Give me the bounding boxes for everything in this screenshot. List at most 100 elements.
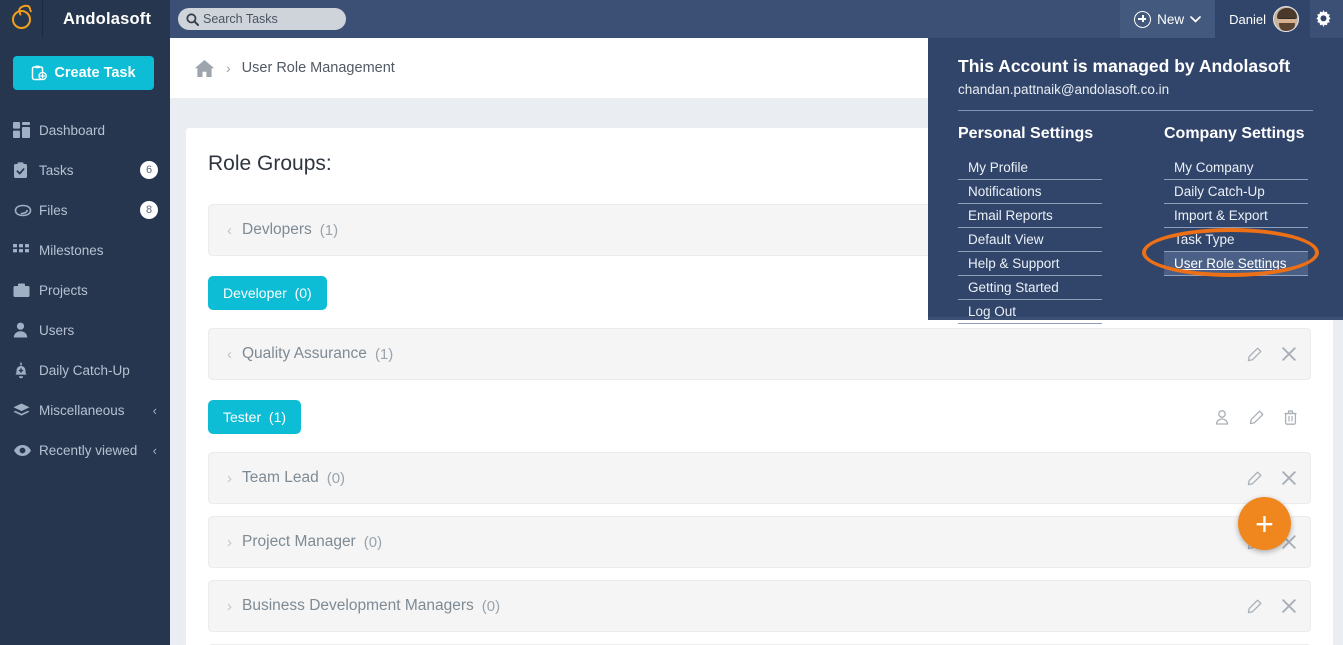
sidebar-item-daily-catch-up[interactable]: Daily Catch-Up — [0, 350, 170, 390]
menu-item-my-company[interactable]: My Company — [1164, 156, 1308, 180]
sidebar-item-label: Users — [39, 322, 75, 338]
group-count: (0) — [326, 469, 346, 487]
account-settings-panel: This Account is managed by Andolasoft ch… — [928, 38, 1343, 324]
group-name: Quality Assurance — [242, 345, 367, 362]
sidebar-item-projects[interactable]: Projects — [0, 270, 170, 310]
eye-icon — [13, 444, 39, 457]
menu-item-daily-catch-up[interactable]: Daily Catch-Up — [1164, 180, 1308, 204]
group-name: Devlopers — [242, 221, 312, 238]
top-bar: Search Tasks New Daniel — [170, 0, 1343, 38]
create-task-button[interactable]: Create Task — [13, 56, 154, 90]
tasks-count-badge: 6 — [140, 161, 158, 179]
personal-settings-column: Personal Settings My Profile Notification… — [958, 125, 1102, 324]
close-x-icon[interactable] — [1282, 471, 1296, 485]
sidebar-item-files[interactable]: Files 8 — [0, 190, 170, 230]
group-toggle-arrow-icon[interactable]: › — [227, 470, 232, 487]
sidebar-item-recently-viewed[interactable]: Recently viewed ‹ — [0, 430, 170, 470]
menu-item-log-out[interactable]: Log Out — [958, 300, 1102, 324]
group-actions — [1247, 599, 1296, 614]
pencil-icon[interactable] — [1247, 471, 1262, 486]
group-toggle-arrow-icon[interactable]: › — [227, 534, 232, 551]
role-group-row[interactable]: ‹ Quality Assurance (1) — [208, 328, 1311, 380]
role-count: (1) — [268, 409, 287, 425]
role-chip[interactable]: Tester (1) — [208, 400, 302, 434]
close-x-icon[interactable] — [1282, 599, 1296, 613]
menu-item-getting-started[interactable]: Getting Started — [958, 276, 1102, 300]
account-panel-title: This Account is managed by Andolasoft — [958, 56, 1291, 76]
breadcrumb-current: User Role Management — [241, 60, 395, 76]
pencil-icon[interactable] — [1247, 599, 1262, 614]
sidebar-item-miscellaneous[interactable]: Miscellaneous ‹ — [0, 390, 170, 430]
avatar — [1273, 6, 1299, 32]
company-settings-heading: Company Settings — [1164, 125, 1305, 142]
company-settings-list: My Company Daily Catch-Up Import & Export T… — [1164, 156, 1308, 276]
sidebar-item-users[interactable]: Users — [0, 310, 170, 350]
bell-plus-icon — [13, 361, 39, 379]
search-placeholder: Search Tasks — [203, 12, 278, 26]
dashboard-grid-icon — [13, 122, 39, 138]
home-icon[interactable] — [194, 59, 215, 78]
chevron-down-icon — [1190, 15, 1201, 23]
sidebar-item-label: Dashboard — [39, 122, 106, 138]
grid-dots-icon — [13, 244, 39, 256]
search-input[interactable]: Search Tasks — [178, 8, 346, 30]
sidebar-nav: Dashboard Tasks 6 Files 8 Milestones Pro… — [0, 110, 170, 470]
sidebar-item-tasks[interactable]: Tasks 6 — [0, 150, 170, 190]
group-toggle-arrow-icon[interactable]: ‹ — [227, 346, 232, 363]
user-icon — [13, 322, 39, 338]
chevron-left-icon[interactable]: ‹ — [153, 443, 157, 458]
paperclip-icon — [13, 204, 39, 217]
group-name: Project Manager — [242, 533, 356, 550]
new-button[interactable]: New — [1120, 0, 1216, 38]
brand-name: Andolasoft — [63, 9, 152, 28]
add-role-group-fab[interactable]: + — [1238, 497, 1291, 550]
brand-logo[interactable] — [0, 0, 43, 38]
menu-item-task-type[interactable]: Task Type — [1164, 228, 1308, 252]
pencil-icon[interactable] — [1247, 347, 1262, 362]
group-name: Business Development Managers — [242, 597, 474, 614]
clipboard-check-icon — [13, 161, 39, 179]
person-assign-icon[interactable] — [1215, 409, 1229, 425]
role-chip[interactable]: Developer (0) — [208, 276, 327, 310]
chevron-left-icon[interactable]: ‹ — [153, 403, 157, 418]
group-toggle-arrow-icon[interactable]: ‹ — [227, 222, 232, 239]
role-row: Tester (1) — [208, 392, 1311, 452]
group-toggle-arrow-icon[interactable]: › — [227, 598, 232, 615]
menu-item-import-export[interactable]: Import & Export — [1164, 204, 1308, 228]
sidebar-item-label: Miscellaneous — [39, 402, 125, 418]
divider — [958, 110, 1313, 111]
sidebar-item-dashboard[interactable]: Dashboard — [0, 110, 170, 150]
sidebar-item-label: Recently viewed — [39, 442, 138, 458]
menu-item-notifications[interactable]: Notifications — [958, 180, 1102, 204]
settings-gear-button[interactable] — [1310, 9, 1343, 29]
menu-item-default-view[interactable]: Default View — [958, 228, 1102, 252]
group-count: (0) — [481, 597, 501, 615]
layers-icon — [13, 403, 39, 418]
user-menu-button[interactable]: Daniel — [1215, 0, 1310, 38]
role-group-row[interactable]: › Project Manager (0) — [208, 516, 1311, 568]
trash-icon[interactable] — [1284, 409, 1297, 425]
role-group-row[interactable]: › Business Development Managers (0) — [208, 580, 1311, 632]
briefcase-icon — [13, 283, 39, 298]
menu-item-help-support[interactable]: Help & Support — [958, 252, 1102, 276]
user-name: Daniel — [1229, 11, 1266, 27]
create-task-wrap: Create Task — [0, 38, 170, 90]
search-icon — [186, 12, 199, 26]
group-count: (1) — [319, 221, 339, 239]
role-label: Tester — [223, 409, 262, 425]
apple-ring-logo-icon — [11, 9, 31, 29]
close-x-icon[interactable] — [1282, 347, 1296, 361]
menu-item-email-reports[interactable]: Email Reports — [958, 204, 1102, 228]
role-label: Developer — [223, 285, 287, 301]
sidebar-item-milestones[interactable]: Milestones — [0, 230, 170, 270]
circle-plus-icon — [1134, 10, 1152, 28]
files-count-badge: 8 — [140, 201, 158, 219]
menu-item-user-role-settings[interactable]: User Role Settings — [1164, 252, 1308, 276]
new-button-label: New — [1157, 11, 1185, 27]
pencil-icon[interactable] — [1249, 410, 1264, 425]
role-group-row[interactable]: › Team Lead (0) — [208, 452, 1311, 504]
account-email: chandan.pattnaik@andolasoft.co.in — [958, 82, 1170, 97]
personal-settings-list: My Profile Notifications Email Reports Defa… — [958, 156, 1102, 324]
role-count: (0) — [294, 285, 312, 301]
menu-item-my-profile[interactable]: My Profile — [958, 156, 1102, 180]
